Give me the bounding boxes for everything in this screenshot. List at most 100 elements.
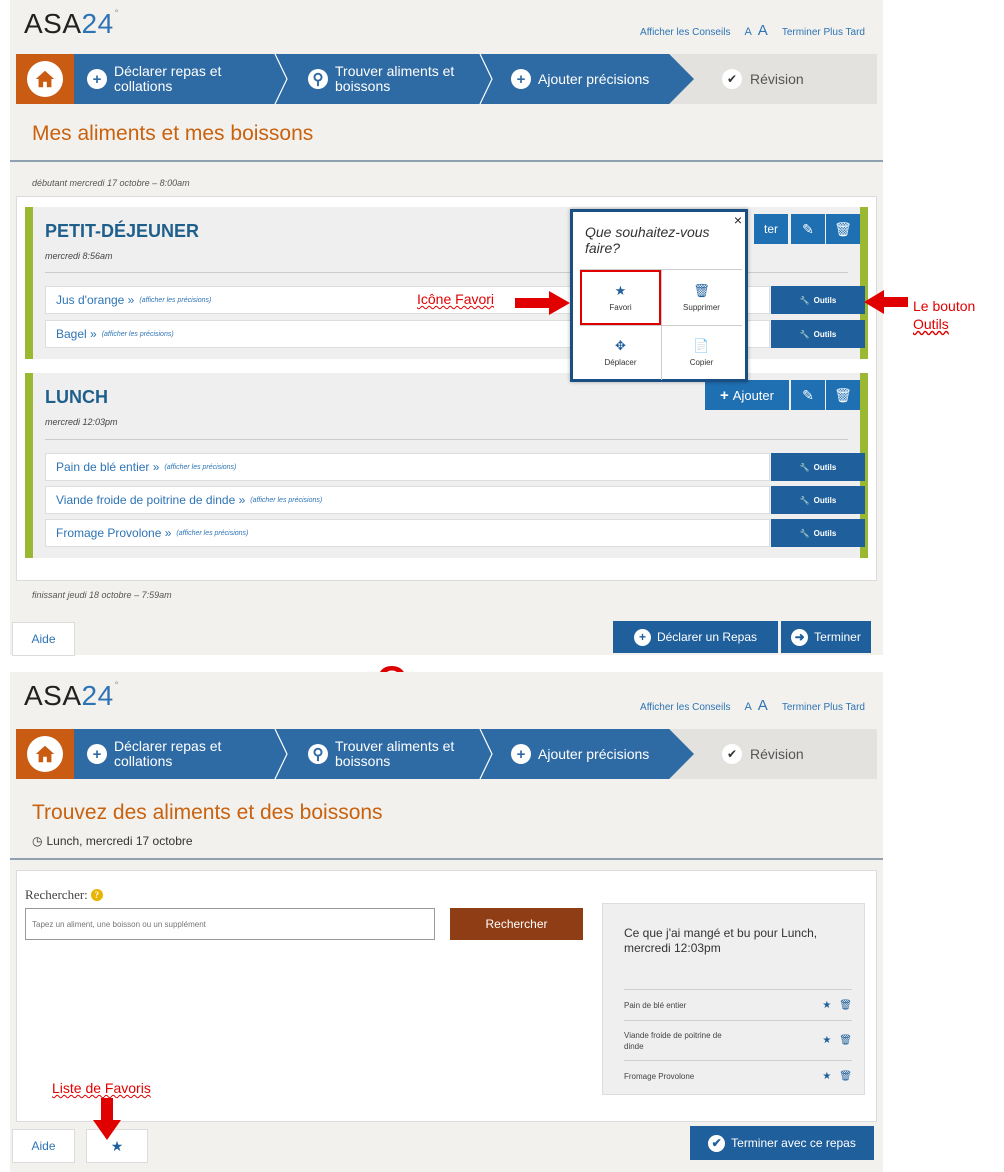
font-large-button: A — [757, 22, 768, 39]
step-declare-meals[interactable]: + Déclarer repas et collations — [87, 54, 257, 104]
font-size-controls[interactable]: AA — [744, 22, 767, 39]
step-declare-meals[interactable]: + Déclarer repas et collations — [87, 729, 257, 779]
finish-later-link[interactable]: Terminer Plus Tard — [782, 702, 865, 713]
plus-icon: + — [720, 386, 729, 404]
tools-popup: Que souhaitez-vous faire? × ★ Favori 🗑 Sup… — [570, 209, 748, 382]
font-small-button: A — [744, 701, 752, 713]
red-arrow-left-icon — [864, 290, 908, 314]
chevron-separator — [479, 729, 493, 779]
step-navigation: + Déclarer repas et collations ⚲ Trouver a… — [16, 729, 877, 779]
help-button[interactable]: Aide — [12, 1129, 75, 1163]
list-item: Pain de blé entier ★ 🗑 — [624, 989, 852, 1020]
wrench-icon: 🔧 — [799, 329, 810, 339]
help-button[interactable]: Aide — [12, 622, 75, 656]
help-question-icon[interactable]: ? — [90, 889, 103, 901]
chevron-separator — [274, 54, 288, 104]
trash-icon: 🗑 — [834, 220, 852, 237]
step-add-details[interactable]: + Ajouter précisions — [511, 54, 691, 104]
finish-button[interactable]: ➜ Terminer — [781, 621, 871, 653]
asa24-logo: ASA24° — [24, 8, 119, 39]
edit-button[interactable]: ✎ — [791, 380, 825, 410]
delete-meal-button[interactable]: 🗑 — [826, 214, 860, 244]
search-icon: ⚲ — [308, 69, 328, 89]
home-icon — [35, 70, 55, 88]
close-icon[interactable]: × — [734, 212, 742, 228]
add-food-button[interactable]: + Ajouter — [705, 380, 789, 410]
trash-icon: 🗑 — [834, 386, 852, 403]
edit-button[interactable]: ✎ — [791, 214, 825, 244]
search-label: Rechercher:? — [25, 887, 103, 903]
search-icon: ⚲ — [308, 744, 328, 764]
trash-icon[interactable]: 🗑 — [839, 1071, 852, 1082]
tools-button[interactable]: 🔧 Outils — [771, 519, 865, 547]
star-icon[interactable]: ★ — [822, 1071, 831, 1082]
list-item: Viande froide de poitrine de dinde ★ 🗑 — [624, 1020, 852, 1060]
page-title: Trouvez des aliments et des boissons — [32, 801, 383, 824]
red-arrow-down-icon — [93, 1098, 121, 1140]
finish-meal-button[interactable]: ✔ Terminer avec ce repas — [690, 1126, 874, 1160]
home-icon — [35, 745, 55, 763]
move-action[interactable]: ✥ Déplacer — [580, 325, 661, 380]
popup-question: Que souhaitez-vous faire? — [585, 224, 710, 256]
annotation-favorite-icon: Icône Favori — [417, 291, 495, 307]
delete-meal-button[interactable]: 🗑 — [826, 380, 860, 410]
step-review[interactable]: ✔ Révision — [722, 54, 804, 104]
tools-button[interactable]: 🔧 Outils — [771, 320, 865, 348]
checkmark-icon: ✔ — [722, 69, 742, 89]
checkmark-icon: ✔ — [708, 1134, 726, 1152]
step-review[interactable]: ✔ Révision — [722, 729, 804, 779]
screen-find-foods: ASA24° Afficher les Conseils AA Terminer… — [10, 672, 883, 1172]
search-button[interactable]: Rechercher — [450, 908, 583, 940]
star-icon[interactable]: ★ — [822, 1000, 831, 1011]
tools-button[interactable]: 🔧 Outils — [771, 453, 865, 481]
wrench-icon: 🔧 — [799, 462, 810, 472]
meal-time: mercredi 12:03pm — [45, 417, 118, 427]
asa24-logo: ASA24° — [24, 680, 119, 711]
wrench-icon: 🔧 — [799, 295, 810, 305]
plus-icon: + — [511, 744, 531, 764]
trash-icon[interactable]: 🗑 — [839, 1000, 852, 1011]
step-find-foods[interactable]: ⚲ Trouver aliments et boissons — [308, 729, 458, 779]
list-item[interactable]: Pain de blé entier » (afficher les précis… — [45, 453, 770, 481]
plus-icon: + — [511, 69, 531, 89]
plus-icon: + — [87, 69, 107, 89]
add-button[interactable]: ter — [754, 214, 788, 244]
list-item[interactable]: Fromage Provolone » (afficher les précisi… — [45, 519, 770, 547]
annotation-tools-button: Le bouton Outils — [913, 298, 976, 332]
font-large-button: A — [757, 697, 768, 714]
checkmark-icon: ✔ — [722, 744, 742, 764]
period-end: finissant jeudi 18 octobre – 7:59am — [32, 590, 172, 600]
chevron-separator — [274, 729, 288, 779]
plus-icon: + — [633, 628, 651, 646]
show-tips-link[interactable]: Afficher les Conseils — [640, 27, 730, 38]
home-button[interactable] — [16, 54, 74, 104]
trash-icon[interactable]: 🗑 — [839, 1035, 852, 1046]
meal-name: PETIT-DÉJEUNER — [45, 221, 200, 241]
favorite-action[interactable]: ★ Favori — [580, 270, 661, 325]
meal-time: mercredi 8:56am — [45, 251, 113, 261]
meal-context: ◷ Lunch, mercredi 17 octobre — [32, 834, 193, 848]
screen-my-foods: ASA24° Afficher les Conseils AA Terminer… — [10, 0, 883, 656]
step-add-details[interactable]: + Ajouter précisions — [511, 729, 691, 779]
list-item[interactable]: Viande froide de poitrine de dinde » (aff… — [45, 486, 770, 514]
tools-button[interactable]: 🔧 Outils — [771, 486, 865, 514]
search-input[interactable]: Tapez un aliment, une boisson ou un supp… — [25, 908, 435, 940]
show-tips-link[interactable]: Afficher les Conseils — [640, 702, 730, 713]
home-button[interactable] — [16, 729, 74, 779]
delete-action[interactable]: 🗑 Supprimer — [661, 270, 742, 325]
page-title: Mes aliments et mes boissons — [32, 122, 314, 145]
font-small-button: A — [744, 26, 752, 38]
finish-later-link[interactable]: Terminer Plus Tard — [782, 27, 865, 38]
pencil-icon: ✎ — [802, 386, 814, 403]
step-find-foods[interactable]: ⚲ Trouver aliments et boissons — [308, 54, 458, 104]
star-icon[interactable]: ★ — [822, 1035, 831, 1046]
meal-lunch: LUNCH mercredi 12:03pm + Ajouter ✎ 🗑 Pain… — [25, 373, 868, 558]
tools-button[interactable]: 🔧 Outils — [771, 286, 865, 314]
font-size-controls[interactable]: AA — [744, 697, 767, 714]
wrench-icon: 🔧 — [799, 528, 810, 538]
list-item: Fromage Provolone ★ 🗑 — [624, 1060, 852, 1091]
declare-meal-button[interactable]: + Déclarer un Repas — [613, 621, 778, 653]
trash-icon: 🗑 — [693, 283, 710, 298]
copy-action[interactable]: 📄 Copier — [661, 325, 742, 380]
document-icon: 📄 — [693, 338, 710, 353]
